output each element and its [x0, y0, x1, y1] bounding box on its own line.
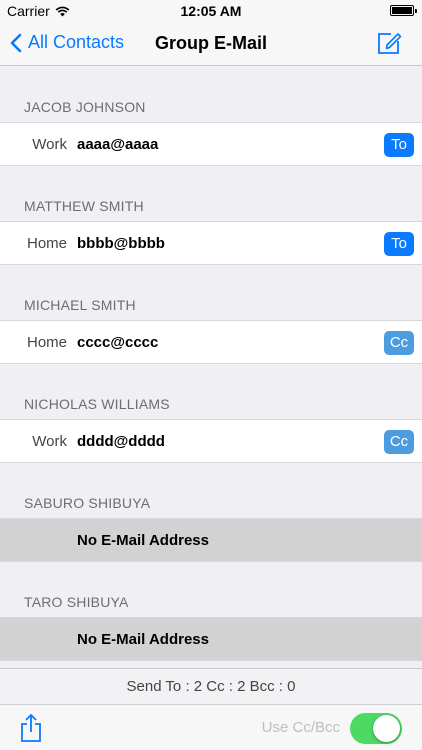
contact-name-header: JACOB JOHNSON: [24, 99, 146, 115]
email-row[interactable]: Home cccc@cccc Cc: [0, 320, 422, 364]
email-address: cccc@cccc: [77, 333, 159, 351]
recipient-summary: Send To : 2 Cc : 2 Bcc : 0: [0, 668, 422, 704]
status-bar: Carrier 12:05 AM: [0, 0, 422, 22]
page-title: Group E-Mail: [155, 33, 267, 53]
bottom-toolbar: Use Cc/Bcc: [0, 704, 422, 750]
to-button[interactable]: To: [384, 133, 414, 157]
battery-icon: [390, 5, 417, 16]
share-icon: [21, 713, 41, 742]
contact-name-header: TARO SHIBUYA: [24, 594, 129, 610]
toggle-knob: [373, 715, 400, 742]
contact-list: JACOB JOHNSON Work aaaa@aaaa To MATTHEW …: [0, 67, 422, 661]
contact-name-header: MATTHEW SMITH: [24, 198, 144, 214]
contact-name-header: NICHOLAS WILLIAMS: [24, 396, 170, 412]
navigation-bar: All Contacts Group E-Mail: [0, 22, 422, 66]
email-type-label: Work: [32, 135, 67, 153]
contact-name-header: SABURO SHIBUYA: [24, 495, 151, 511]
email-type-label: Home: [26, 234, 67, 252]
no-email-label: No E-Mail Address: [77, 630, 209, 648]
email-address: aaaa@aaaa: [77, 135, 159, 153]
cc-button[interactable]: Cc: [384, 430, 414, 454]
cc-button[interactable]: Cc: [384, 331, 414, 355]
email-row[interactable]: Work dddd@dddd Cc: [0, 419, 422, 463]
no-email-row: No E-Mail Address: [0, 518, 422, 562]
to-button[interactable]: To: [384, 232, 414, 256]
no-email-label: No E-Mail Address: [77, 531, 209, 549]
contact-name-header: MICHAEL SMITH: [24, 297, 136, 313]
use-cc-bcc-toggle[interactable]: [350, 713, 402, 744]
email-address: bbbb@bbbb: [77, 234, 165, 252]
compose-button[interactable]: [376, 30, 402, 61]
email-row[interactable]: Home bbbb@bbbb To: [0, 221, 422, 265]
email-row[interactable]: Work aaaa@aaaa To: [0, 122, 422, 166]
email-address: dddd@dddd: [77, 432, 165, 450]
use-cc-bcc-label: Use Cc/Bcc: [261, 719, 340, 736]
no-email-row: No E-Mail Address: [0, 617, 422, 661]
compose-icon: [378, 33, 402, 54]
email-type-label: Work: [32, 432, 67, 450]
email-type-label: Home: [26, 333, 67, 351]
status-time: 12:05 AM: [180, 3, 242, 19]
share-button[interactable]: [20, 713, 42, 748]
